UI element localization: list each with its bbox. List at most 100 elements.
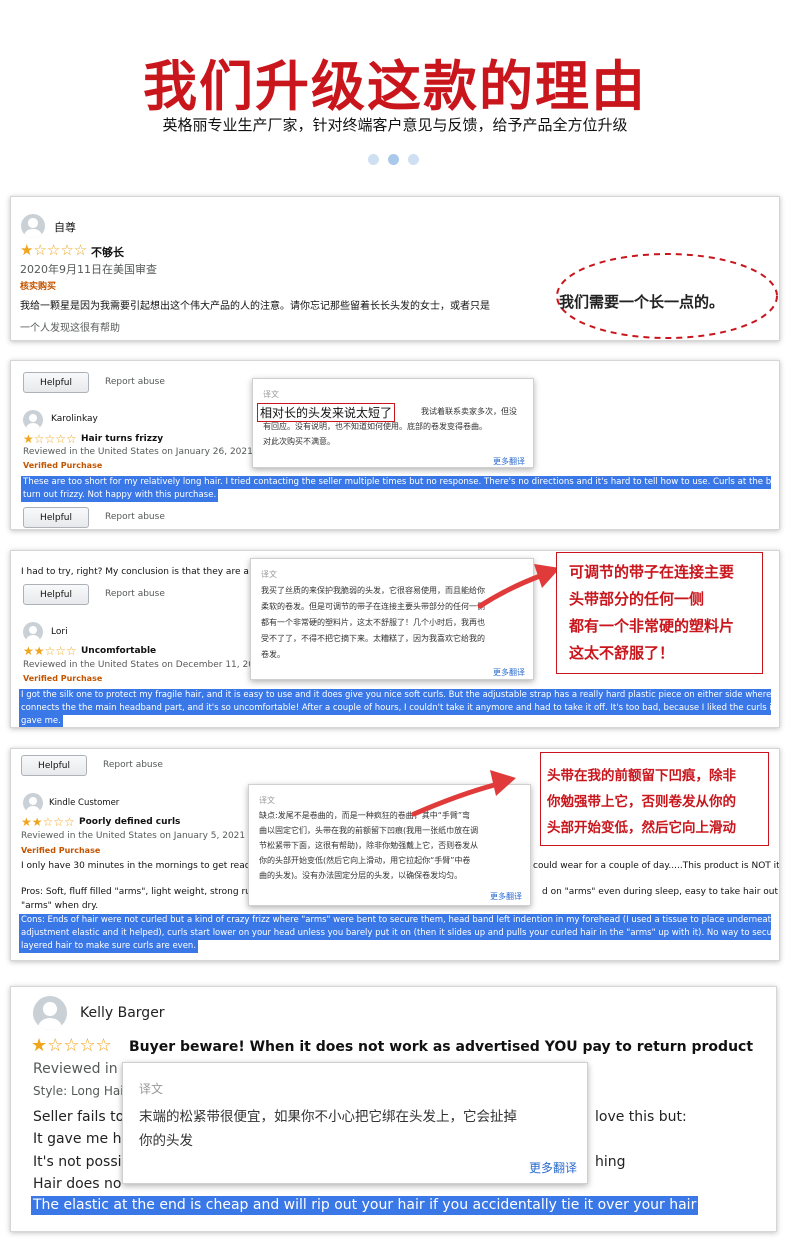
- highlighted-review-text: These are too short for my relatively lo…: [21, 476, 771, 489]
- report-abuse-link[interactable]: Report abuse: [105, 377, 165, 387]
- translation-text: 对此次购买不满意。: [263, 437, 335, 446]
- translation-text: 受不了了，不得不把它摘下来。太糟糕了，因为我喜欢它给我的: [261, 634, 485, 643]
- review-body: "arms" when dry.: [21, 901, 99, 911]
- star-rating: ★★☆☆☆: [21, 815, 75, 829]
- translation-label: 译文: [261, 570, 277, 579]
- translation-text: 我买了丝质的来保护我脆弱的头发，它很容易使用，而且能给你: [261, 586, 485, 595]
- review-callout: 我们需要一个长一点的。: [559, 293, 725, 311]
- review-headline: Uncomfortable: [81, 646, 157, 656]
- highlighted-review-text: The elastic at the end is cheap and will…: [31, 1196, 699, 1215]
- review-author: 自尊: [54, 221, 76, 234]
- review-body: could wear for a couple of day.....This …: [533, 861, 780, 871]
- callout-line: 可调节的带子在连接主要: [569, 563, 735, 581]
- carousel-dot[interactable]: [368, 154, 379, 165]
- review-body: 我给一颗星是因为我需要引起想出这个伟大产品的人的注意。请你忘记那些留着长长头发的…: [20, 301, 490, 312]
- carousel-dots: [368, 154, 419, 165]
- callout-line: 头带在我的前额留下凹痕，除非: [547, 768, 736, 784]
- translation-label: 译文: [263, 390, 279, 399]
- review-author: Kindle Customer: [49, 798, 120, 808]
- carousel-dot-active[interactable]: [388, 154, 399, 165]
- review-card-1: 自尊 ★☆☆☆☆ 不够长 2020年9月11日在美国审查 核实购买 我给一颗星是…: [10, 196, 780, 341]
- review-style: Style: Long Hai: [33, 1084, 124, 1098]
- translation-label: 译文: [139, 1082, 164, 1096]
- review-author: Kelly Barger: [80, 1005, 165, 1021]
- review-body: hing: [595, 1154, 626, 1170]
- review-headline: Poorly defined curls: [79, 817, 181, 827]
- translation-popup: 译文 末端的松紧带很便宜，如果你不小心把它绑在头发上，它会扯掉 你的头发 更多翻…: [122, 1062, 588, 1184]
- review-headline: Hair turns frizzy: [81, 434, 164, 444]
- review-body: Pros: Soft, fluff filled "arms", light w…: [21, 887, 268, 897]
- review-body: It gave me he: [33, 1131, 131, 1147]
- translation-text: 有回应。没有说明，也不知道如何使用。底部的卷发变得卷曲。: [263, 422, 487, 431]
- report-abuse-link[interactable]: Report abuse: [103, 760, 163, 770]
- more-translations-link[interactable]: 更多翻译: [490, 891, 522, 902]
- red-arrow-icon: [478, 564, 560, 609]
- callout-line: 你勉强带上它，否则卷发从你的: [547, 794, 736, 810]
- translation-text: 曲以固定它们，头带在我的前额留下凹痕(我用一张纸巾放在调: [259, 826, 479, 835]
- review-body: love this but:: [595, 1109, 687, 1125]
- review-headline: Buyer beware! When it does not work as a…: [129, 1039, 754, 1055]
- star-rating: ★☆☆☆☆: [31, 1035, 112, 1056]
- highlighted-review-text: turn out frizzy. Not happy with this pur…: [21, 489, 219, 502]
- callout-line: 这太不舒服了！: [569, 644, 675, 662]
- avatar-icon: [21, 214, 45, 238]
- verified-purchase: Verified Purchase: [23, 674, 103, 683]
- translation-text: 曲的头发)。没有办法固定分层的头发，以确保卷发均匀。: [259, 871, 463, 880]
- helpful-button[interactable]: Helpful: [23, 584, 89, 605]
- report-abuse-link[interactable]: Report abuse: [105, 512, 165, 522]
- translation-text: 都有一个非常硬的塑料片，这太不舒服了！几个小时后，我再也: [261, 618, 485, 627]
- translation-popup: 译文 相对长的头发来说太短了 我试着联系卖家多次，但没 有回应。没有说明，也不知…: [252, 378, 534, 468]
- review-body: Hair does no: [33, 1176, 122, 1192]
- review-date: Reviewed in: [33, 1061, 118, 1077]
- review-headline: 不够长: [91, 246, 124, 259]
- translation-text: 末端的松紧带很便宜，如果你不小心把它绑在头发上，它会扯掉: [139, 1109, 517, 1125]
- helpful-button[interactable]: Helpful: [23, 507, 89, 528]
- review-date: Reviewed in the United States on January…: [21, 831, 246, 841]
- translation-text: 你的头发: [139, 1133, 193, 1149]
- more-translations-link[interactable]: 更多翻译: [493, 667, 525, 678]
- translation-text: 卷发。: [261, 650, 285, 659]
- avatar-icon: [23, 410, 43, 430]
- review-date: Reviewed in the United States on Decembe…: [23, 660, 266, 670]
- verified-purchase: 核实购买: [20, 282, 57, 292]
- translation-text: 柔软的卷发。但是可调节的带子在连接主要头带部分的任何一侧: [261, 602, 485, 611]
- page-title: 我们升级这款的理由: [143, 55, 647, 118]
- review-body: d on "arms" even during sleep, easy to t…: [542, 887, 780, 897]
- more-translations-link[interactable]: 更多翻译: [493, 456, 525, 467]
- red-arrow-icon: [411, 770, 516, 817]
- helpful-count: 一个人发现这很有帮助: [20, 323, 120, 334]
- callout-box: 可调节的带子在连接主要 头带部分的任何一侧 都有一个非常硬的塑料片 这太不舒服了…: [556, 552, 763, 674]
- highlighted-review-text: connects the the main headband part, and…: [19, 702, 771, 715]
- helpful-button[interactable]: Helpful: [21, 755, 87, 776]
- page-subtitle: 英格丽专业生产厂家，针对终端客户意见与反馈，给予产品全方位升级: [162, 116, 628, 134]
- review-author: Lori: [51, 627, 68, 637]
- translation-text: 节松紧带下面，这很有帮助)，除非你勉强戴上它，否则卷发从: [259, 841, 479, 850]
- review-body: It's not possil: [33, 1154, 126, 1170]
- highlighted-review-text: I got the silk one to protect my fragile…: [19, 689, 771, 702]
- highlighted-review-text: gave me.: [19, 715, 63, 727]
- verified-purchase: Verified Purchase: [21, 846, 101, 855]
- review-author: Karolinkay: [51, 414, 98, 424]
- star-rating: ★☆☆☆☆: [20, 241, 88, 259]
- avatar-icon: [33, 996, 67, 1030]
- callout-box: 头带在我的前额留下凹痕，除非 你勉强带上它，否则卷发从你的 头部开始变低，然后它…: [540, 752, 769, 846]
- translation-boxed-text: 相对长的头发来说太短了: [257, 403, 396, 422]
- translation-text: 我试着联系卖家多次，但没: [421, 407, 517, 416]
- highlighted-review-text: adjustment elastic and it helped), curls…: [19, 927, 771, 940]
- highlighted-review-text: Cons: Ends of hair were not curled but a…: [19, 914, 771, 927]
- helpful-button[interactable]: Helpful: [23, 372, 89, 393]
- avatar-icon: [23, 622, 43, 642]
- star-rating: ★☆☆☆☆: [23, 432, 77, 446]
- review-date: 2020年9月11日在美国审查: [20, 263, 157, 276]
- verified-purchase: Verified Purchase: [23, 461, 103, 470]
- carousel-dot[interactable]: [408, 154, 419, 165]
- more-translations-link[interactable]: 更多翻译: [529, 1159, 577, 1176]
- translation-text: 你的头部开始变低(然后它向上滑动，用它拉起你“手臂”中卷: [259, 856, 471, 865]
- callout-line: 都有一个非常硬的塑料片: [569, 617, 735, 635]
- callout-line: 头带部分的任何一侧: [569, 590, 705, 608]
- review-body: Seller fails to: [33, 1109, 125, 1125]
- star-rating: ★★☆☆☆: [23, 644, 77, 658]
- avatar-icon: [23, 793, 43, 813]
- report-abuse-link[interactable]: Report abuse: [105, 589, 165, 599]
- callout-line: 头部开始变低，然后它向上滑动: [547, 820, 736, 836]
